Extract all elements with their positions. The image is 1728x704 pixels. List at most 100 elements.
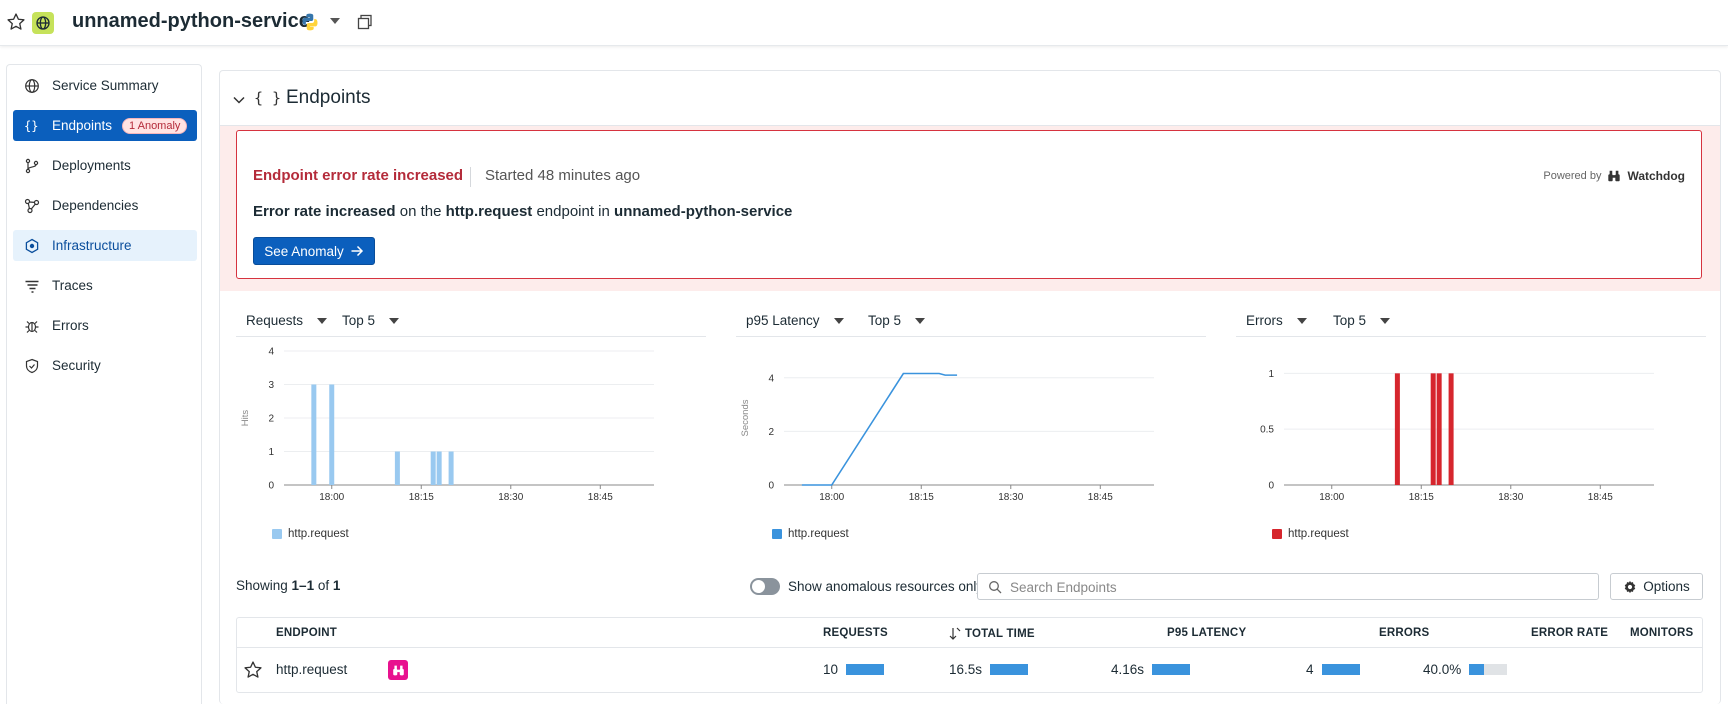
caret-down-icon <box>1380 317 1391 324</box>
globe-icon <box>25 78 39 93</box>
options-button[interactable]: Options <box>1610 573 1703 600</box>
column-header-total-time[interactable]: TOTAL TIME <box>949 627 1035 640</box>
requests-chart-panel: Requests Top 5 0 1 2 3 4 18:00 18:15 18:30 18:45… <box>236 303 706 543</box>
endpoint-name[interactable]: http.request <box>276 662 347 677</box>
see-anomaly-button[interactable]: See Anomaly <box>253 237 375 265</box>
metric-dropdown-label: Errors <box>1246 313 1283 328</box>
chart-bar[interactable] <box>1430 373 1436 485</box>
branch-icon <box>25 158 39 173</box>
chart-legend[interactable]: http.request <box>772 528 849 540</box>
chevron-down-icon[interactable] <box>232 93 246 107</box>
binoculars-icon <box>1608 170 1621 182</box>
service-globe-icon <box>32 12 54 34</box>
options-label: Options <box>1643 579 1690 594</box>
y-tick-label: 0 <box>268 481 274 492</box>
top-n-label: Top 5 <box>342 313 376 328</box>
x-tick-label: 18:30 <box>498 492 523 503</box>
sidebar-item-endpoints[interactable]: {} Endpoints 1 Anomaly <box>13 110 197 141</box>
favorite-star-icon[interactable] <box>243 660 263 680</box>
sidebar-item-label: Service Summary <box>52 78 159 93</box>
alert-started-time: Started 48 minutes ago <box>485 167 641 184</box>
metric-dropdown[interactable]: p95 Latency <box>746 313 844 328</box>
caret-down-icon <box>833 317 844 324</box>
chart-bar[interactable] <box>1436 373 1442 485</box>
watchdog-anomaly-icon[interactable] <box>388 660 408 680</box>
requests-value: 10 <box>823 662 839 677</box>
sidebar-item-infrastructure[interactable]: Infrastructure <box>13 230 197 261</box>
caret-down-icon <box>1296 317 1307 324</box>
chart-bar[interactable] <box>1394 373 1400 485</box>
metric-dropdown[interactable]: Errors <box>1246 313 1307 328</box>
table-row[interactable]: http.request 10 16.5s 4.16s 4 40.0% <box>237 648 1702 692</box>
sidebar-item-traces[interactable]: Traces <box>13 270 197 301</box>
alert-title: Endpoint error rate increased <box>253 167 464 184</box>
latency-chart-panel: p95 Latency Top 5 0 2 4 18:00 18:15 18:30 18:4… <box>736 303 1206 543</box>
column-header-monitors[interactable]: MONITORS <box>1630 627 1693 639</box>
column-header-error-rate[interactable]: ERROR RATE <box>1531 627 1608 639</box>
chart-bar[interactable] <box>448 451 454 486</box>
y-tick-label: 1 <box>268 447 274 458</box>
chart-bar[interactable] <box>394 451 400 486</box>
search-endpoints-box <box>977 573 1599 600</box>
errors-value: 4 <box>1306 662 1314 677</box>
chart-bar[interactable] <box>329 384 335 486</box>
chart-bar[interactable] <box>1448 373 1454 485</box>
anomalous-only-toggle[interactable] <box>750 578 780 595</box>
section-header[interactable]: { } Endpoints <box>220 71 1720 126</box>
metric-dropdown[interactable]: Requests <box>246 313 328 328</box>
showing-of: of <box>314 578 333 593</box>
chart-legend[interactable]: http.request <box>272 528 349 540</box>
caret-down-icon <box>915 317 926 324</box>
chart-bar[interactable] <box>311 384 317 486</box>
y-tick-label: 0 <box>1268 481 1274 492</box>
x-tick-label: 18:15 <box>909 492 934 503</box>
top-n-dropdown[interactable]: Top 5 <box>1333 313 1391 328</box>
column-header-errors[interactable]: ERRORS <box>1379 627 1429 639</box>
latency-chart: 0 2 4 18:00 18:15 18:30 18:45 Seconds <box>740 372 1154 503</box>
column-header-endpoint[interactable]: ENDPOINT <box>276 627 337 639</box>
arrow-right-icon <box>351 245 363 257</box>
copy-icon[interactable] <box>357 14 373 30</box>
sidebar-item-label: Dependencies <box>52 198 139 213</box>
endpoints-section: { } Endpoints Endpoint error rate increa… <box>219 70 1721 704</box>
chart-bar[interactable] <box>430 451 436 486</box>
anomaly-banner-area: Endpoint error rate increased Started 48… <box>220 126 1720 291</box>
service-name: unnamed-python-service <box>72 10 310 32</box>
total-time-bar <box>990 664 1029 675</box>
y-tick-label: 0.5 <box>1260 425 1274 436</box>
chart-legend[interactable]: http.request <box>1272 528 1349 540</box>
hexagon-icon <box>25 238 39 253</box>
requests-bar <box>846 664 885 675</box>
favorite-star-icon[interactable] <box>6 12 26 32</box>
top-n-dropdown[interactable]: Top 5 <box>342 313 400 328</box>
legend-label: http.request <box>1288 528 1349 540</box>
y-tick-label: 1 <box>1268 369 1274 380</box>
legend-label: http.request <box>288 528 349 540</box>
errors-chart: 0 0.5 1 18:00 18:15 18:30 18:45 <box>1260 369 1654 503</box>
dependencies-icon <box>24 198 40 213</box>
alert-body-bold-1: Error rate increased <box>253 203 396 220</box>
sidebar-item-security[interactable]: Security <box>13 350 197 381</box>
x-tick-label: 18:15 <box>1409 492 1434 503</box>
caret-down-icon <box>389 317 400 324</box>
x-tick-label: 18:30 <box>998 492 1023 503</box>
sidebar-item-dependencies[interactable]: Dependencies <box>13 190 197 221</box>
braces-icon: { } <box>254 89 282 107</box>
legend-swatch <box>772 529 782 539</box>
search-endpoints-input[interactable] <box>1010 577 1590 597</box>
sidebar-item-errors[interactable]: Errors <box>13 310 197 341</box>
traces-icon <box>25 280 39 293</box>
errors-chart-panel: Errors Top 5 0 0.5 1 18:00 18:15 18:30 18:45 h… <box>1236 303 1706 543</box>
column-header-p95-latency[interactable]: P95 LATENCY <box>1167 627 1246 639</box>
x-tick-label: 18:30 <box>1498 492 1523 503</box>
bug-icon <box>25 320 39 333</box>
sidebar-item-service-summary[interactable]: Service Summary <box>13 70 197 101</box>
column-header-requests[interactable]: REQUESTS <box>823 627 888 639</box>
errors-cell: 4 <box>1306 662 1360 677</box>
chart-bar[interactable] <box>436 451 442 486</box>
python-icon <box>302 13 318 31</box>
sidebar-item-deployments[interactable]: Deployments <box>13 150 197 181</box>
top-n-dropdown[interactable]: Top 5 <box>868 313 926 328</box>
chart-line[interactable] <box>801 372 958 486</box>
service-menu-caret-icon[interactable] <box>330 18 340 24</box>
